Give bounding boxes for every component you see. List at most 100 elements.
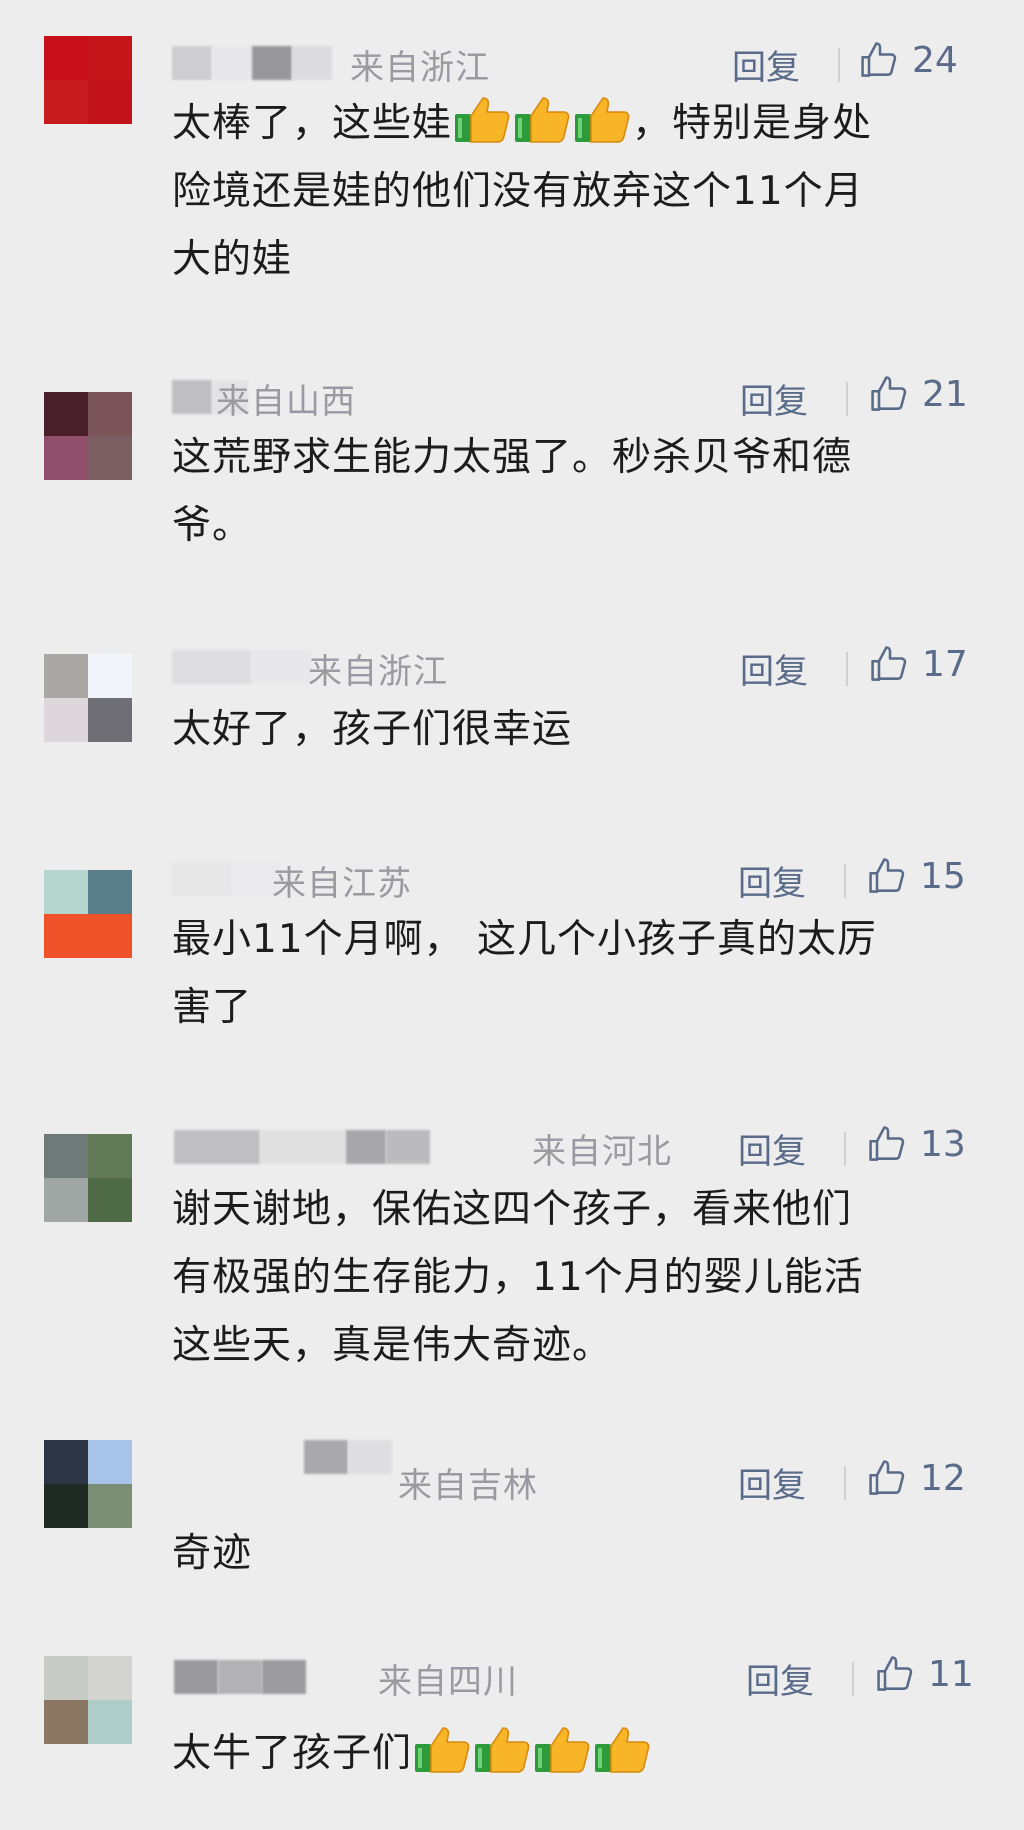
thumbs-up-outline-icon: [871, 376, 907, 411]
thumbs-up-outline-icon: [877, 1656, 913, 1691]
comment-meta: 来自河北 回复 13: [172, 1120, 972, 1172]
like-count: 21: [922, 373, 968, 415]
comment-text: 奇迹: [172, 1520, 982, 1588]
comment-text: 最小11个月啊， 这几个小孩子真的太厉 害了: [172, 906, 982, 1042]
avatar-tile: [44, 698, 88, 742]
comment-item: 来自山西 回复 21 这荒野求生能力太强了。秒杀贝爷和德 爷。: [0, 358, 1024, 548]
comment-text-line: 谢天谢地，保佑这四个孩子，看来他们: [172, 1187, 853, 1232]
username-redacted: [172, 46, 332, 80]
avatar[interactable]: [44, 870, 132, 958]
reply-button[interactable]: 回复: [738, 1458, 806, 1507]
like-count: 13: [920, 1123, 966, 1165]
reply-button[interactable]: 回复: [738, 856, 806, 905]
like-button[interactable]: 15: [866, 854, 966, 898]
like-count: 17: [922, 643, 968, 685]
comment-text: 太好了，孩子们很幸运: [172, 696, 982, 764]
comment-location: 来自江苏: [272, 864, 412, 904]
comment-location: 来自山西: [216, 382, 356, 422]
comment-text-line: 这荒野求生能力太强了。秒杀贝爷和德: [172, 435, 853, 480]
avatar-tile: [44, 1440, 88, 1484]
like-button[interactable]: 12: [866, 1456, 966, 1500]
like-button[interactable]: 21: [868, 372, 968, 416]
comment-location: 来自浙江: [350, 48, 490, 88]
comment-text-line: 有极强的生存能力，11个月的婴儿能活: [172, 1255, 864, 1300]
reply-button[interactable]: 回复: [740, 374, 808, 423]
avatar-tile: [88, 36, 132, 80]
avatar-tile: [44, 914, 88, 958]
comment-text: 谢天谢地，保佑这四个孩子，看来他们 有极强的生存能力，11个月的婴儿能活 这些天…: [172, 1176, 982, 1380]
avatar[interactable]: [44, 36, 132, 124]
reply-button[interactable]: 回复: [738, 1124, 806, 1173]
comment-item: 来自浙江 回复 24 太棒了，这些娃 ，特别是身处 险境还是娃的他们没有放弃这个1…: [0, 36, 1024, 282]
comment-item: 来自江苏 回复 15 最小11个月啊， 这几个小孩子真的太厉 害了: [0, 840, 1024, 1030]
avatar-tile: [88, 698, 132, 742]
avatar[interactable]: [44, 392, 132, 480]
comment-location: 来自河北: [532, 1132, 672, 1172]
thumbs-up-outline-icon: [869, 1460, 905, 1495]
comment-meta: 来自江苏 回复 15: [172, 852, 972, 904]
avatar-tile: [44, 870, 88, 914]
thumbs-up-outline-icon: [869, 858, 905, 893]
avatar-tile: [88, 436, 132, 480]
comment-item: 来自浙江 回复 17 太好了，孩子们很幸运: [0, 634, 1024, 754]
thumbs-up-emoji-icon: [453, 94, 511, 144]
like-button[interactable]: 13: [866, 1122, 966, 1166]
like-count: 11: [928, 1653, 974, 1695]
avatar-tile: [88, 392, 132, 436]
avatar-tile: [44, 80, 88, 124]
divider: [844, 1466, 846, 1500]
avatar-tile: [44, 36, 88, 80]
comment-item: 来自吉林 回复 12 奇迹: [0, 1440, 1024, 1580]
comment-text-line: 奇迹: [172, 1531, 253, 1576]
username-redacted: [172, 650, 312, 684]
divider: [846, 652, 848, 686]
comment-list: 来自浙江 回复 24 太棒了，这些娃 ，特别是身处 险境还是娃的他们没有放弃这个1…: [0, 0, 1024, 1830]
thumbs-up-emoji-icon: [413, 1724, 471, 1774]
comment-text-line: 险境还是娃的他们没有放弃这个11个月: [172, 169, 864, 214]
thumbs-up-emoji-icon: [473, 1724, 531, 1774]
avatar-tile: [44, 654, 88, 698]
comment-text-line: 太牛了孩子们: [172, 1731, 413, 1776]
thumbs-up-emoji-icon: [573, 94, 631, 144]
like-count: 12: [920, 1457, 966, 1499]
comment-meta: 来自吉林 回复 12: [172, 1440, 972, 1506]
comment-text: 太棒了，这些娃 ，特别是身处 险境还是娃的他们没有放弃这个11个月 大的娃: [172, 90, 982, 294]
comment-text: 这荒野求生能力太强了。秒杀贝爷和德 爷。: [172, 424, 982, 560]
avatar-tile: [44, 1484, 88, 1528]
comment-text-line: 太棒了，这些娃: [172, 101, 453, 146]
avatar[interactable]: [44, 1440, 132, 1528]
avatar-tile: [88, 654, 132, 698]
username-redacted: [172, 862, 282, 896]
reply-button[interactable]: 回复: [746, 1654, 814, 1703]
comment-location: 来自吉林: [398, 1466, 538, 1506]
divider: [846, 382, 848, 416]
reply-button[interactable]: 回复: [732, 40, 800, 89]
comment-item: 来自四川 回复 11 太牛了孩子们: [0, 1654, 1024, 1796]
avatar-tile: [88, 80, 132, 124]
divider: [838, 48, 840, 82]
avatar-tile: [88, 1484, 132, 1528]
avatar-tile: [44, 1178, 88, 1222]
comment-text-line: 这些天，真是伟大奇迹。: [172, 1323, 613, 1368]
avatar-tile: [88, 1178, 132, 1222]
reply-button[interactable]: 回复: [740, 644, 808, 693]
like-button[interactable]: 17: [868, 642, 968, 686]
comment-text: 太牛了孩子们: [172, 1720, 982, 1788]
like-button[interactable]: 11: [874, 1652, 974, 1696]
avatar[interactable]: [44, 1656, 132, 1744]
avatar-tile: [88, 1440, 132, 1484]
comment-text-line: 害了: [172, 985, 253, 1030]
comment-item: 来自河北 回复 13 谢天谢地，保佑这四个孩子，看来他们 有极强的生存能力，11…: [0, 1114, 1024, 1374]
comment-text-line: ，特别是身处: [632, 101, 873, 146]
divider: [844, 864, 846, 898]
like-button[interactable]: 24: [858, 38, 958, 82]
comment-meta: 来自浙江 回复 17: [172, 640, 972, 692]
divider: [844, 1132, 846, 1166]
avatar[interactable]: [44, 1134, 132, 1222]
thumbs-up-emoji-icon: [513, 94, 571, 144]
avatar[interactable]: [44, 654, 132, 742]
divider: [852, 1662, 854, 1696]
comment-location: 来自浙江: [308, 652, 448, 692]
avatar-tile: [88, 1700, 132, 1744]
avatar-tile: [44, 436, 88, 480]
